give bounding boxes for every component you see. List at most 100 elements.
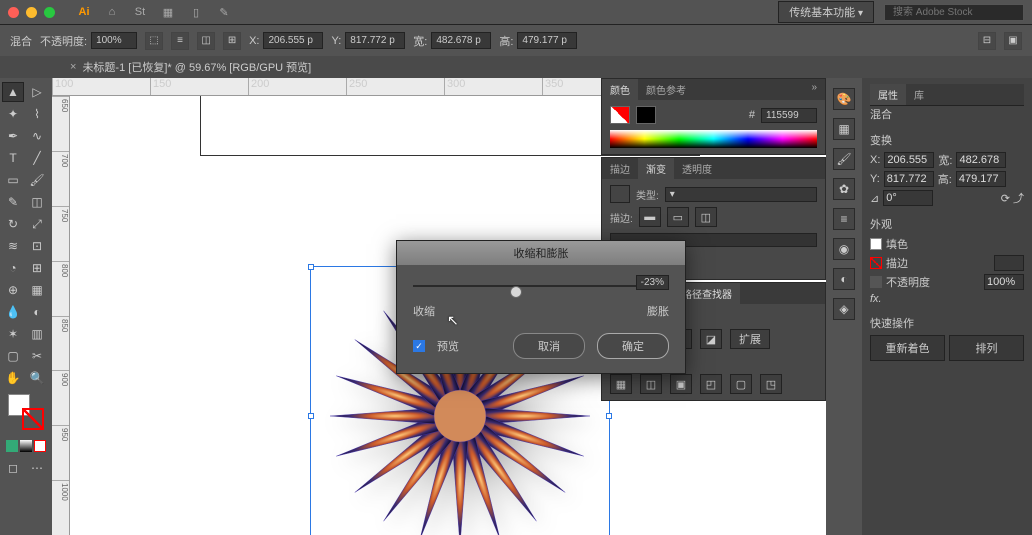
blend-tool[interactable]: ◐ [26, 302, 48, 322]
doc-icon[interactable]: ▯ [187, 3, 205, 21]
slider-value[interactable]: -23% [636, 275, 669, 290]
document-tab[interactable]: × 未标题-1 [已恢复]* @ 59.67% [RGB/GPU 预览] [70, 59, 311, 75]
merge-button[interactable]: ▣ [670, 374, 692, 394]
divide-button[interactable]: ▦ [610, 374, 632, 394]
type-tool[interactable]: T [2, 148, 24, 168]
fill-swatch[interactable] [870, 238, 882, 250]
swatch-icon[interactable]: ▦ [833, 118, 855, 140]
gradient-swatch[interactable] [610, 185, 630, 203]
eyedropper-tool[interactable]: 💧 [2, 302, 24, 322]
opacity-swatch-icon[interactable] [870, 276, 882, 288]
stroke-color[interactable] [22, 408, 44, 430]
close-tab-icon[interactable]: × [70, 61, 76, 73]
lasso-tool[interactable]: ⌇ [26, 104, 48, 124]
properties-tab[interactable]: 属性 [870, 84, 906, 105]
rectangle-tool[interactable]: ▭ [2, 170, 24, 190]
slider-track[interactable] [413, 285, 669, 287]
h-input[interactable] [517, 32, 577, 49]
stroke-type-2[interactable]: ▭ [667, 207, 689, 227]
hand-tool[interactable]: ✋ [2, 368, 24, 388]
fill-none-swatch[interactable] [610, 106, 630, 124]
transform-icon[interactable]: ⊞ [223, 32, 241, 50]
w-input[interactable] [431, 32, 491, 49]
shape-builder-tool[interactable]: ◔ [2, 258, 24, 278]
prop-y-input[interactable] [884, 171, 934, 187]
expand-button[interactable]: 扩展 [730, 329, 770, 349]
layers-icon[interactable]: ◈ [833, 298, 855, 320]
zoom-tool[interactable]: 🔍 [26, 368, 48, 388]
brush-tool[interactable]: 🖌 [26, 170, 48, 190]
close-window[interactable] [8, 7, 19, 18]
swatch-gradient[interactable] [20, 440, 32, 452]
gradient-tool[interactable]: ▦ [26, 280, 48, 300]
adobe-stock-search[interactable] [884, 4, 1024, 21]
stroke-weight-input[interactable] [994, 255, 1024, 271]
edit-toolbar[interactable]: ⋯ [26, 458, 48, 478]
trim-button[interactable]: ◫ [640, 374, 662, 394]
arrange-button[interactable]: 排列 [949, 335, 1024, 361]
screen-mode[interactable]: ◻ [2, 458, 24, 478]
width-tool[interactable]: ≋ [2, 236, 24, 256]
stroke-type-3[interactable]: ◫ [695, 207, 717, 227]
prop-w-input[interactable] [956, 152, 1006, 168]
prop-angle-input[interactable] [883, 190, 933, 206]
color-guide-tab[interactable]: 颜色参考 [638, 79, 694, 100]
prop-opacity-input[interactable] [984, 274, 1024, 290]
fill-stroke-swatch[interactable] [8, 394, 44, 430]
perspective-tool[interactable]: ⊞ [26, 258, 48, 278]
slider-thumb[interactable] [510, 286, 522, 298]
graph-tool[interactable]: ▥ [26, 324, 48, 344]
stroke-swatch[interactable] [636, 106, 656, 124]
stroke-type-1[interactable]: ▬ [639, 207, 661, 227]
artboard-tool[interactable]: ▢ [2, 346, 24, 366]
swatch-none[interactable] [34, 440, 46, 452]
maximize-window[interactable] [44, 7, 55, 18]
pen-tool[interactable]: ✒ [2, 126, 24, 146]
mesh-tool[interactable]: ⊕ [2, 280, 24, 300]
bridge-icon[interactable]: St [131, 3, 149, 21]
symbol-tool[interactable]: ✶ [2, 324, 24, 344]
x-input[interactable] [263, 32, 323, 49]
swatch-color[interactable] [6, 440, 18, 452]
eraser-tool[interactable]: ◫ [26, 192, 48, 212]
magic-wand-tool[interactable]: ✦ [2, 104, 24, 124]
transparency-tab[interactable]: 透明度 [674, 158, 720, 179]
rotate-tool[interactable]: ↻ [2, 214, 24, 234]
opacity-input[interactable] [91, 32, 137, 49]
stroke-tab[interactable]: 描边 [602, 158, 638, 179]
library-tab[interactable]: 库 [906, 84, 932, 105]
minimize-window[interactable] [26, 7, 37, 18]
hex-input[interactable] [761, 108, 817, 123]
minus-back-button[interactable]: ◳ [760, 374, 782, 394]
brushes-icon[interactable]: 🖌 [833, 148, 855, 170]
gradient-tab[interactable]: 渐变 [638, 158, 674, 179]
y-input[interactable] [345, 32, 405, 49]
shape-icon[interactable]: ◫ [197, 32, 215, 50]
workspace-switcher[interactable]: 传统基本功能 ▾ [778, 1, 874, 23]
appearance-icon[interactable]: ◉ [833, 238, 855, 260]
color-spectrum[interactable] [610, 130, 817, 148]
prop-x-input[interactable] [884, 152, 934, 168]
recolor-button[interactable]: 重新着色 [870, 335, 945, 361]
slice-tool[interactable]: ✂ [26, 346, 48, 366]
arrange-icon[interactable]: ▦ [159, 3, 177, 21]
curvature-tool[interactable]: ∿ [26, 126, 48, 146]
brush-icon[interactable]: ✎ [215, 3, 233, 21]
prop-h-input[interactable] [956, 171, 1006, 187]
cancel-button[interactable]: 取消 [513, 333, 585, 359]
scale-tool[interactable]: ⤢ [26, 214, 48, 234]
crop-button[interactable]: ◰ [700, 374, 722, 394]
line-tool[interactable]: ╱ [26, 148, 48, 168]
symbols-icon[interactable]: ✿ [833, 178, 855, 200]
stroke-none-swatch[interactable] [870, 257, 882, 269]
exclude-button[interactable]: ◪ [700, 329, 722, 349]
stroke-icon[interactable]: ≡ [833, 208, 855, 230]
gradient-type-select[interactable]: ▾ [665, 187, 817, 202]
align-icon[interactable]: ≡ [171, 32, 189, 50]
fx-label[interactable]: fx. [870, 293, 882, 305]
selection-tool[interactable]: ▲ [2, 82, 24, 102]
style-icon[interactable]: ⬚ [145, 32, 163, 50]
home-icon[interactable]: ⌂ [103, 3, 121, 21]
shaper-tool[interactable]: ✎ [2, 192, 24, 212]
extra-icon[interactable]: ⊟ [978, 32, 996, 50]
